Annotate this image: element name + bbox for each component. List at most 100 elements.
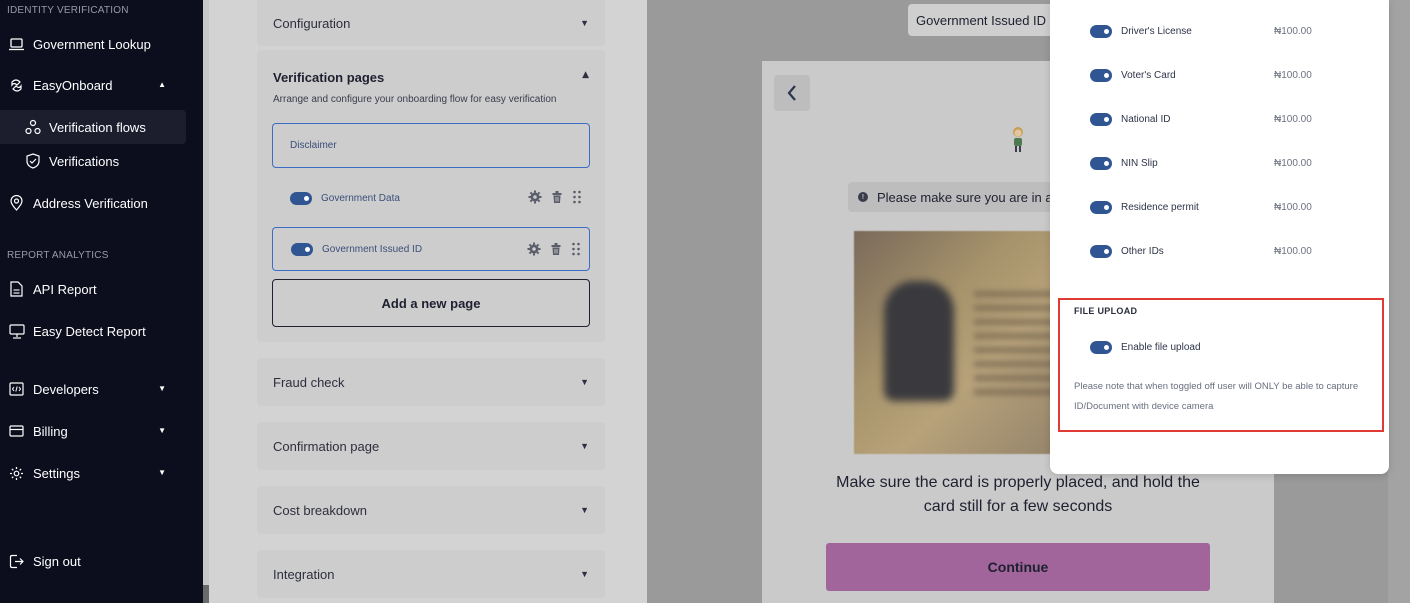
section-identity-verification: IDENTITY VERIFICATION <box>7 5 129 16</box>
confirmation-page-card[interactable]: Confirmation page ▼ <box>257 422 605 470</box>
id-toggle[interactable] <box>1090 112 1112 126</box>
drag-handle-icon[interactable] <box>571 242 581 259</box>
onboard-icon <box>8 77 25 94</box>
chevron-down-icon: ▼ <box>580 377 589 387</box>
flows-icon <box>24 119 41 136</box>
back-button[interactable] <box>774 75 810 111</box>
section-label: Cost breakdown <box>273 502 367 518</box>
trash-icon[interactable] <box>550 190 564 207</box>
id-option-row[interactable]: Driver's License ₦100.00 <box>1090 21 1312 41</box>
laptop-icon <box>8 36 25 53</box>
sidebar-item-verification-flows[interactable]: Verification flows <box>0 110 186 144</box>
sidebar-item-easy-detect-report[interactable]: Easy Detect Report <box>0 314 186 348</box>
notice-text: Please make sure you are in a <box>877 189 1053 205</box>
id-option-row[interactable]: Voter's Card ₦100.00 <box>1090 65 1312 85</box>
page-row-government-data[interactable]: Government Data <box>272 176 590 220</box>
sidebar-item-address-verification[interactable]: Address Verification <box>0 186 186 220</box>
section-label: Integration <box>273 566 335 582</box>
sidebar-item-verifications[interactable]: Verifications <box>0 144 186 178</box>
chevron-left-icon <box>787 85 796 101</box>
enable-file-upload-row[interactable]: Enable file upload <box>1090 337 1201 357</box>
page-toggle[interactable] <box>290 191 312 205</box>
gear-icon[interactable] <box>527 242 541 259</box>
chevron-down-icon: ▼ <box>158 468 166 477</box>
id-option-row[interactable]: NIN Slip ₦100.00 <box>1090 153 1312 173</box>
sign-out-icon <box>8 553 25 570</box>
section-label: Fraud check <box>273 374 345 390</box>
instruction-text: Make sure the card is properly placed, a… <box>836 474 1200 515</box>
page-label: Government Data <box>321 192 400 204</box>
sidebar-item-label: API Report <box>33 281 97 297</box>
page-row-government-issued-id[interactable]: Government Issued ID <box>272 227 590 271</box>
location-pin-icon <box>8 195 25 212</box>
cost-breakdown-card[interactable]: Cost breakdown ▼ <box>257 486 605 534</box>
sidebar-item-label: Developers <box>33 381 99 397</box>
chevron-up-icon[interactable]: ▲ <box>582 70 589 80</box>
sidebar-item-easyonboard[interactable]: EasyOnboard ▲ <box>0 68 186 102</box>
chevron-down-icon: ▼ <box>580 18 589 28</box>
section-label: Confirmation page <box>273 438 380 454</box>
sidebar-item-label: Easy Detect Report <box>33 323 146 339</box>
sidebar: IDENTITY VERIFICATION Government Lookup … <box>0 0 203 603</box>
document-icon <box>8 281 25 298</box>
id-label: Residence permit <box>1121 201 1199 213</box>
id-label: NIN Slip <box>1121 157 1158 169</box>
add-page-button[interactable]: Add a new page <box>272 279 590 327</box>
sidebar-item-government-lookup[interactable]: Government Lookup <box>0 27 186 61</box>
file-upload-note: Please note that when toggled off user w… <box>1074 381 1359 412</box>
id-toggle[interactable] <box>1090 68 1112 82</box>
verification-pages-title: Verification pages <box>273 70 385 85</box>
id-option-row[interactable]: Other IDs ₦100.00 <box>1090 241 1312 261</box>
configuration-card[interactable]: Configuration ▼ <box>257 0 605 46</box>
file-upload-title: FILE UPLOAD <box>1074 306 1138 316</box>
sidebar-item-label: Sign out <box>33 553 81 569</box>
flow-config-panel: Configuration ▼ Verification pages ▲ Arr… <box>209 0 647 603</box>
chevron-down-icon: ▼ <box>580 505 589 515</box>
chevron-down-icon: ▼ <box>158 426 166 435</box>
id-options-popover: Driver's License ₦100.00 Voter's Card ₦1… <box>1050 0 1389 474</box>
code-icon <box>8 381 25 398</box>
sidebar-item-developers[interactable]: Developers ▼ <box>0 372 186 406</box>
id-label: National ID <box>1121 113 1171 125</box>
mascot-icon <box>1008 125 1028 155</box>
sidebar-item-sign-out[interactable]: Sign out <box>0 544 186 578</box>
sidebar-item-label: EasyOnboard <box>33 77 113 93</box>
trash-icon[interactable] <box>549 242 563 259</box>
shield-check-icon <box>24 153 41 170</box>
id-label: Driver's License <box>1121 25 1192 37</box>
id-price: ₦100.00 <box>1274 157 1312 169</box>
preview-scrollbar[interactable] <box>1388 0 1410 603</box>
chevron-down-icon: ▼ <box>580 441 589 451</box>
integration-card[interactable]: Integration ▼ <box>257 550 605 598</box>
section-report-analytics: REPORT ANALYTICS <box>7 250 109 261</box>
sidebar-item-label: Billing <box>33 423 68 439</box>
credit-card-icon <box>8 423 25 440</box>
id-price: ₦100.00 <box>1274 201 1312 213</box>
preview-page-selector[interactable]: Government Issued ID <box>908 4 1068 36</box>
id-price: ₦100.00 <box>1274 69 1312 81</box>
fraud-check-card[interactable]: Fraud check ▼ <box>257 358 605 406</box>
verification-pages-card: Verification pages ▲ Arrange and configu… <box>257 50 605 342</box>
drag-handle-icon[interactable] <box>572 190 582 207</box>
chevron-up-icon: ▲ <box>158 80 166 89</box>
page-toggle[interactable] <box>291 242 313 256</box>
id-option-row[interactable]: Residence permit ₦100.00 <box>1090 197 1312 217</box>
id-toggle[interactable] <box>1090 200 1112 214</box>
gear-icon[interactable] <box>528 190 542 207</box>
sidebar-item-billing[interactable]: Billing ▼ <box>0 414 186 448</box>
id-price: ₦100.00 <box>1274 245 1312 257</box>
disclaimer-page[interactable]: Disclaimer <box>272 123 590 168</box>
sidebar-item-api-report[interactable]: API Report <box>0 272 186 306</box>
continue-button[interactable]: Continue <box>826 543 1210 591</box>
file-upload-toggle[interactable] <box>1090 340 1112 354</box>
id-toggle[interactable] <box>1090 244 1112 258</box>
id-label: Voter's Card <box>1121 69 1176 81</box>
id-option-row[interactable]: National ID ₦100.00 <box>1090 109 1312 129</box>
sidebar-item-settings[interactable]: Settings ▼ <box>0 456 186 490</box>
sidebar-item-label: Verifications <box>49 153 120 169</box>
id-toggle[interactable] <box>1090 24 1112 38</box>
sidebar-item-label: Government Lookup <box>33 36 151 52</box>
id-toggle[interactable] <box>1090 156 1112 170</box>
id-price: ₦100.00 <box>1274 25 1312 37</box>
chevron-down-icon: ▼ <box>580 569 589 579</box>
